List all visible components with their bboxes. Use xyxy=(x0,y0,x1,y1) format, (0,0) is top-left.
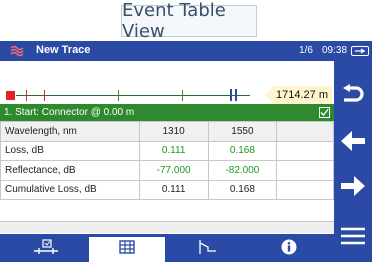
row-label: Cumulative Loss, dB xyxy=(0,179,140,200)
table-row: Reflectance, dB -77.000 -82.000 xyxy=(0,160,334,181)
value-cell: 0.111 xyxy=(138,179,209,200)
menu-icon xyxy=(340,227,366,245)
row-label: Reflectance, dB xyxy=(0,160,140,181)
clock: 09:38 xyxy=(322,45,348,56)
bottom-tab-bar xyxy=(0,234,334,262)
device-screen: New Trace 1/6 09:38 1714.27 m 1. Start: … xyxy=(0,41,372,262)
back-button[interactable] xyxy=(338,80,368,110)
trace-end-marker[interactable] xyxy=(230,89,237,101)
table-footer-space xyxy=(0,221,334,233)
empty-cell xyxy=(276,179,334,200)
empty-cell xyxy=(276,160,334,181)
next-event-button[interactable] xyxy=(338,171,368,201)
row-label: Loss, dB xyxy=(0,140,140,161)
tab-info[interactable] xyxy=(251,237,327,262)
link-map-icon xyxy=(33,239,59,260)
header-cell: 1310 xyxy=(138,121,209,142)
trace-title: New Trace xyxy=(36,44,91,56)
view-caption: Event Table View xyxy=(121,0,257,42)
right-nav-bar xyxy=(334,61,372,262)
event-results-table: Wavelength, nm 1310 1550 Loss, dB 0.111 … xyxy=(0,121,334,200)
table-grid-icon xyxy=(119,240,135,259)
battery-charging-icon xyxy=(351,46,369,56)
event-marker[interactable] xyxy=(182,90,183,101)
empty-cell xyxy=(276,140,334,161)
header-cell: 1550 xyxy=(207,121,278,142)
event-marker[interactable] xyxy=(26,90,27,101)
value-cell: 0.168 xyxy=(207,179,278,200)
value-cell: -82.000 xyxy=(207,160,278,181)
trace-start-marker xyxy=(6,91,15,100)
distance-readout: 1714.27 m xyxy=(265,86,332,104)
page-indicator: 1/6 xyxy=(299,45,313,56)
empty-cell xyxy=(276,121,334,142)
tab-link-map[interactable] xyxy=(8,237,84,262)
event-header-label: 1. Start: Connector @ 0.00 m xyxy=(4,107,135,118)
previous-arrow-icon xyxy=(340,130,366,152)
table-header-row: Wavelength, nm 1310 1550 xyxy=(0,121,334,142)
back-icon xyxy=(340,84,366,106)
value-cell: -77.000 xyxy=(138,160,209,181)
title-bar: New Trace 1/6 09:38 xyxy=(0,41,372,61)
info-icon xyxy=(281,239,297,260)
menu-button[interactable] xyxy=(338,221,368,251)
table-row: Loss, dB 0.111 0.168 xyxy=(0,140,334,161)
trace-graph-icon xyxy=(198,239,218,260)
next-arrow-icon xyxy=(340,175,366,197)
trace-waves-icon xyxy=(10,45,24,57)
table-row: Cumulative Loss, dB 0.111 0.168 xyxy=(0,179,334,200)
event-header[interactable]: 1. Start: Connector @ 0.00 m xyxy=(0,104,334,121)
value-cell: 0.111 xyxy=(138,140,209,161)
trace-overview[interactable]: 1714.27 m xyxy=(0,61,334,124)
event-marker[interactable] xyxy=(118,90,119,101)
header-cell: Wavelength, nm xyxy=(0,121,140,142)
tab-trace-graph[interactable] xyxy=(170,237,246,262)
value-cell: 0.168 xyxy=(207,140,278,161)
event-checkbox[interactable] xyxy=(319,107,330,118)
event-marker[interactable] xyxy=(44,90,45,101)
previous-event-button[interactable] xyxy=(338,126,368,156)
trace-line xyxy=(16,95,250,96)
tab-event-table[interactable] xyxy=(89,237,165,262)
